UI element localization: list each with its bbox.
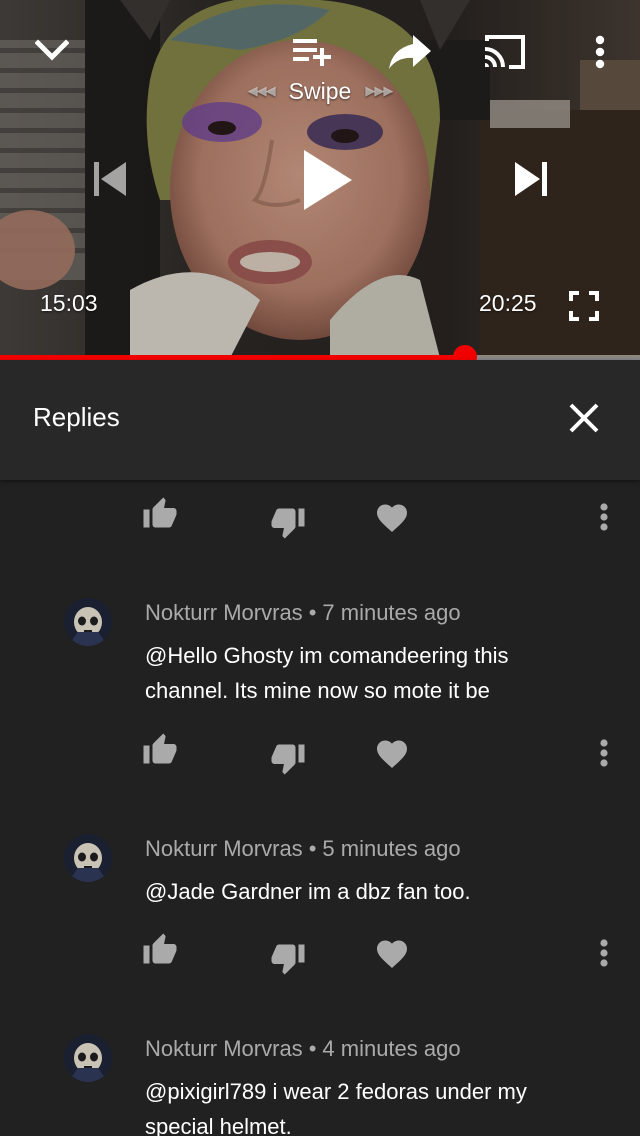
parent-comment-actions xyxy=(0,496,640,546)
thumb-down-icon[interactable] xyxy=(270,504,310,544)
comment-meta: Nokturr Morvras • 7 minutes ago xyxy=(145,600,461,626)
comment-time: 4 minutes ago xyxy=(322,1036,461,1061)
video-player[interactable]: ◀◀◀ Swipe ▶▶▶ 15:03 20:25 xyxy=(0,0,640,358)
meta-separator: • xyxy=(308,836,317,861)
play-icon[interactable] xyxy=(288,140,364,220)
comment-item: Nokturr Morvras • 4 minutes ago @pixigirl7… xyxy=(0,1032,640,1136)
heart-icon[interactable] xyxy=(374,736,414,776)
comment-meta: Nokturr Morvras • 4 minutes ago xyxy=(145,1036,461,1062)
playlist-add-icon[interactable] xyxy=(286,30,338,74)
comment-meta: Nokturr Morvras • 5 minutes ago xyxy=(145,836,461,862)
comment-author[interactable]: Nokturr Morvras xyxy=(145,1036,303,1061)
comment-item: Nokturr Morvras • 5 minutes ago @Jade Gard… xyxy=(0,832,640,1002)
thumb-down-icon[interactable] xyxy=(270,740,310,780)
comment-text: @Jade Gardner im a dbz fan too. xyxy=(145,879,471,904)
close-icon[interactable] xyxy=(556,390,612,446)
thumb-up-icon[interactable] xyxy=(142,732,182,772)
swipe-hint: ◀◀◀ Swipe ▶▶▶ xyxy=(220,76,420,106)
heart-icon[interactable] xyxy=(374,936,414,976)
meta-separator: • xyxy=(308,1036,317,1061)
thumb-up-icon[interactable] xyxy=(142,496,182,536)
more-vertical-icon[interactable] xyxy=(589,500,619,540)
avatar[interactable] xyxy=(64,1034,112,1082)
thumb-down-icon[interactable] xyxy=(270,940,310,980)
comment-author[interactable]: Nokturr Morvras xyxy=(145,600,303,625)
skip-previous-icon[interactable] xyxy=(84,152,134,206)
comment-item: Nokturr Morvras • 7 minutes ago @Hello Gho… xyxy=(0,596,640,806)
avatar[interactable] xyxy=(64,598,112,646)
swipe-left-arrows: ◀◀◀ xyxy=(247,83,276,98)
heart-icon[interactable] xyxy=(374,500,414,540)
replies-title: Replies xyxy=(33,402,120,432)
current-time: 15:03 xyxy=(40,290,98,316)
thumb-up-icon[interactable] xyxy=(142,932,182,972)
avatar[interactable] xyxy=(64,834,112,882)
chevron-down-icon[interactable] xyxy=(26,26,78,74)
comment-time: 5 minutes ago xyxy=(322,836,461,861)
comment-text: @Hello Ghosty im comandeering this chann… xyxy=(145,643,509,703)
swipe-right-arrows: ▶▶▶ xyxy=(365,83,393,98)
replies-header: Replies xyxy=(0,360,640,480)
meta-separator: • xyxy=(308,600,317,625)
more-vertical-icon[interactable] xyxy=(580,30,620,74)
more-vertical-icon[interactable] xyxy=(589,736,619,776)
swipe-label: Swipe xyxy=(288,77,352,104)
app-screen: ◀◀◀ Swipe ▶▶▶ 15:03 20:25 Replies Noktur… xyxy=(0,0,640,1136)
comment-time: 7 minutes ago xyxy=(322,600,461,625)
comment-text: @pixigirl789 i wear 2 fedoras under my s… xyxy=(145,1079,527,1136)
fullscreen-icon[interactable] xyxy=(562,284,606,328)
share-icon[interactable] xyxy=(382,28,438,76)
cast-icon[interactable] xyxy=(476,28,532,76)
more-vertical-icon[interactable] xyxy=(589,936,619,976)
comment-author[interactable]: Nokturr Morvras xyxy=(145,836,303,861)
duration: 20:25 xyxy=(479,290,537,316)
skip-next-icon[interactable] xyxy=(506,152,558,206)
